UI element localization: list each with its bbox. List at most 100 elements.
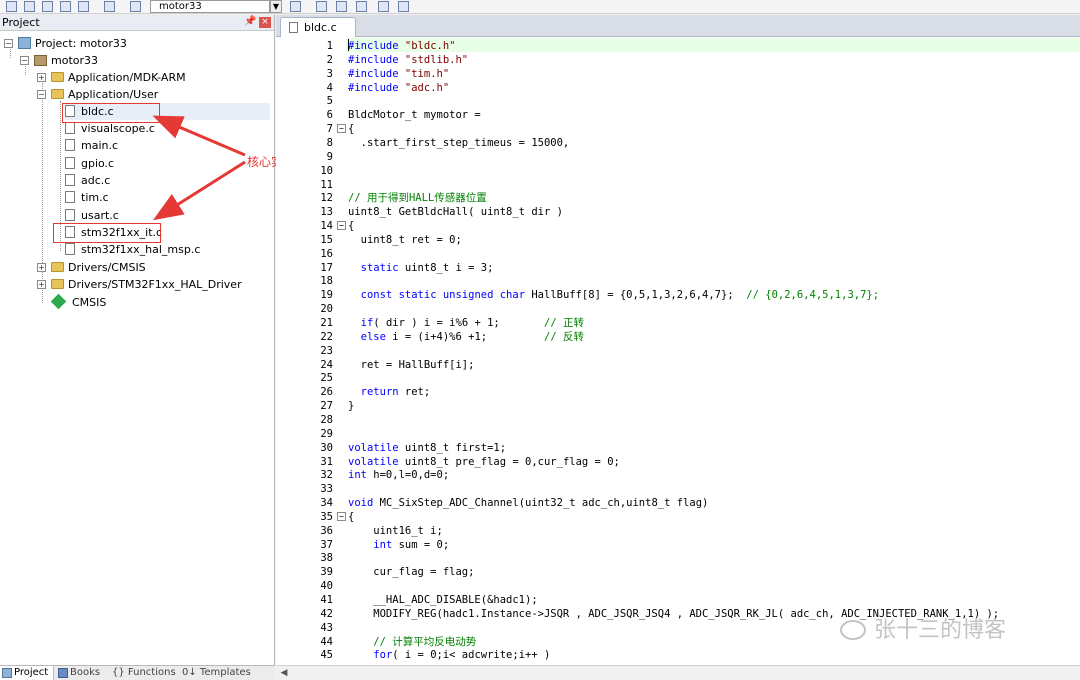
tree-item-file[interactable]: stm32f1xx_hal_msp.c [65,241,200,258]
code-text: // 用于得到HALL传感器位置 [348,192,487,205]
code-line[interactable]: 6 BldcMotor_t mymotor = [276,108,1080,122]
run-time-env-icon[interactable] [398,1,409,12]
horizontal-scrollbar[interactable]: ◀ [276,665,1080,680]
line-number: 41 [320,594,333,606]
tree-item-label: adc.c [81,174,111,187]
build-icon[interactable] [24,1,35,12]
tab-books[interactable]: Books [56,666,106,680]
code-line[interactable]: 31 volatile uint8_t pre_flag = 0,cur_flag… [276,455,1080,469]
tree-item-project[interactable]: − Project: motor33 [4,35,127,52]
code-line[interactable]: 19 const static unsigned char HallBuff[8… [276,288,1080,302]
tree-item-label: main.c [81,139,119,152]
tab-templates[interactable]: 0↓ Templates [180,666,260,680]
code-line[interactable]: 26 return ret; [276,385,1080,399]
expand-icon[interactable]: + [37,73,46,82]
chevron-down-icon[interactable]: ▼ [270,0,282,13]
code-line[interactable]: 17 static uint8_t i = 3; [276,261,1080,275]
fold-toggle-icon[interactable]: − [337,221,346,231]
manage-items-icon[interactable] [336,1,347,12]
code-line[interactable]: 11 [276,178,1080,192]
tree-item-group[interactable]: − Application/User [37,86,158,103]
code-line[interactable]: 1 #include "bldc.h" [276,39,1080,53]
code-line[interactable]: 9 [276,150,1080,164]
code-line[interactable]: 20 [276,302,1080,316]
code-line[interactable]: 7−{ [276,122,1080,136]
tree-item-group[interactable]: + Drivers/STM32F1xx_HAL_Driver [37,276,242,293]
code-line[interactable]: 4 #include "adc.h" [276,81,1080,95]
code-line[interactable]: 5 [276,94,1080,108]
manage-project-icon[interactable] [316,1,327,12]
wand-icon[interactable] [290,1,301,12]
code-line[interactable]: 14−{ [276,219,1080,233]
code-line[interactable]: 30 volatile uint8_t first=1; [276,441,1080,455]
code-text: { [348,123,355,136]
tree-item-file[interactable]: tim.c [65,189,109,206]
code-line[interactable]: 39 cur_flag = flag; [276,565,1080,579]
code-line[interactable]: 15 uint8_t ret = 0; [276,233,1080,247]
target-select[interactable]: motor33 [150,0,270,13]
tree-item-label: gpio.c [81,157,115,170]
code-line[interactable]: 36 uint16_t i; [276,524,1080,538]
code-line[interactable]: 32 int h=0,l=0,d=0; [276,468,1080,482]
code-line[interactable]: 23 [276,344,1080,358]
code-line[interactable]: 35−{ [276,510,1080,524]
code-line[interactable]: 18 [276,274,1080,288]
expand-icon[interactable]: + [37,263,46,272]
pack-installer-icon[interactable] [356,1,367,12]
code-line[interactable]: 34 void MC_SixStep_ADC_Channel(uint32_t a… [276,496,1080,510]
translate-icon[interactable] [6,1,17,12]
fold-toggle-icon[interactable]: − [337,511,346,521]
tree-item-group[interactable]: + Drivers/CMSIS [37,259,146,276]
tab-project[interactable]: Project [0,666,54,680]
tree-item-file[interactable]: usart.c [65,207,119,224]
code-line[interactable]: 38 [276,551,1080,565]
collapse-icon[interactable]: − [4,39,13,48]
scroll-left-icon[interactable]: ◀ [278,667,290,679]
code-line[interactable]: 13 uint8_t GetBldcHall( uint8_t dir ) [276,205,1080,219]
tree-item-cmsis[interactable]: CMSIS [50,293,106,311]
close-icon[interactable]: × [259,17,271,28]
rebuild-icon[interactable] [42,1,53,12]
options-icon[interactable] [130,1,141,12]
code-editor[interactable]: 1 #include "bldc.h" 2 #include "stdlib.h" 3 #… [276,37,1080,665]
code-line[interactable]: 28 [276,413,1080,427]
code-text: uint16_t i; [348,524,443,537]
tab-functions[interactable]: {} Functions [108,666,178,680]
code-line[interactable]: 25 [276,371,1080,385]
code-line[interactable]: 21 if( dir ) i = i%6 + 1; // 正转 [276,316,1080,330]
tab-bldc-c[interactable]: bldc.c [280,17,356,37]
code-line[interactable]: 24 ret = HallBuff[i]; [276,358,1080,372]
target-icon [34,55,47,66]
code-line[interactable]: 2 #include "stdlib.h" [276,53,1080,67]
tree-item-file[interactable]: gpio.c [65,155,114,172]
line-number: 26 [320,386,333,399]
tree-item-file[interactable]: main.c [65,137,118,154]
stop-build-icon[interactable] [104,1,115,12]
pin-icon[interactable]: 📌 [244,16,256,27]
code-line[interactable]: 3 #include "tim.h" [276,67,1080,81]
code-line[interactable]: 16 [276,247,1080,261]
code-line[interactable]: 22 else i = (i+4)%6 +1; // 反转 [276,330,1080,344]
c-file-icon [65,209,75,221]
tree-item-group[interactable]: + Application/MDK-ARM [37,69,186,86]
fold-toggle-icon[interactable]: − [337,124,346,134]
download-icon[interactable] [78,1,89,12]
code-line[interactable]: 10 [276,164,1080,178]
code-line[interactable]: 41 __HAL_ADC_DISABLE(&hadc1); [276,593,1080,607]
code-line[interactable]: 8 .start_first_step_timeus = 15000, [276,136,1080,150]
select-packs-icon[interactable] [378,1,389,12]
tree-item-file[interactable]: adc.c [65,172,110,189]
expand-icon[interactable]: + [37,280,46,289]
c-file-icon [65,174,75,186]
code-line[interactable]: 27} [276,399,1080,413]
code-line[interactable]: 37 int sum = 0; [276,538,1080,552]
collapse-icon[interactable]: − [37,90,46,99]
code-line[interactable]: 12 // 用于得到HALL传感器位置 [276,191,1080,205]
code-line[interactable]: 45 for( i = 0;i< adcwrite;i++ ) [276,648,1080,662]
code-line[interactable]: 40 [276,579,1080,593]
code-line[interactable]: 29 [276,427,1080,441]
tree-item-target[interactable]: − motor33 [20,52,98,69]
code-line[interactable]: 33 [276,482,1080,496]
collapse-icon[interactable]: − [20,56,29,65]
batch-build-icon[interactable] [60,1,71,12]
